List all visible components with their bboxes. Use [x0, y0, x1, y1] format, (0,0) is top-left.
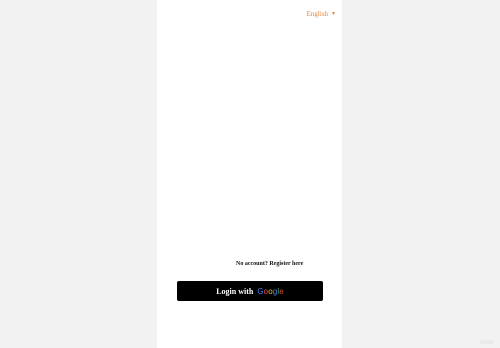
login-button-label: Login with [216, 286, 254, 296]
login-with-google-button[interactable]: Login with Google [177, 281, 323, 301]
google-logo: Google [257, 286, 284, 296]
language-selected-label: English [306, 10, 329, 18]
corner-decoration [480, 340, 494, 344]
chevron-down-icon: ▼ [331, 11, 336, 17]
login-panel: English ▼ No account? Register here Logi… [157, 0, 342, 348]
language-selector[interactable]: English ▼ [307, 10, 336, 18]
register-link[interactable]: No account? Register here [236, 261, 303, 267]
